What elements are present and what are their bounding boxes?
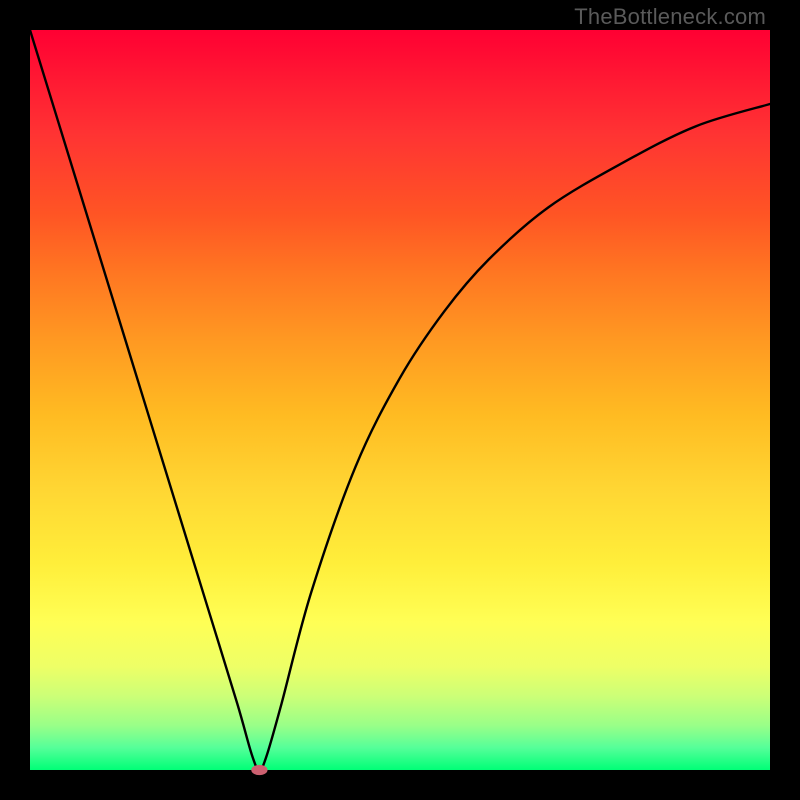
optimum-marker — [251, 765, 267, 775]
chart-frame: TheBottleneck.com — [0, 0, 800, 800]
chart-svg — [30, 30, 770, 770]
watermark-text: TheBottleneck.com — [574, 4, 766, 30]
bottleneck-curve — [30, 30, 770, 770]
